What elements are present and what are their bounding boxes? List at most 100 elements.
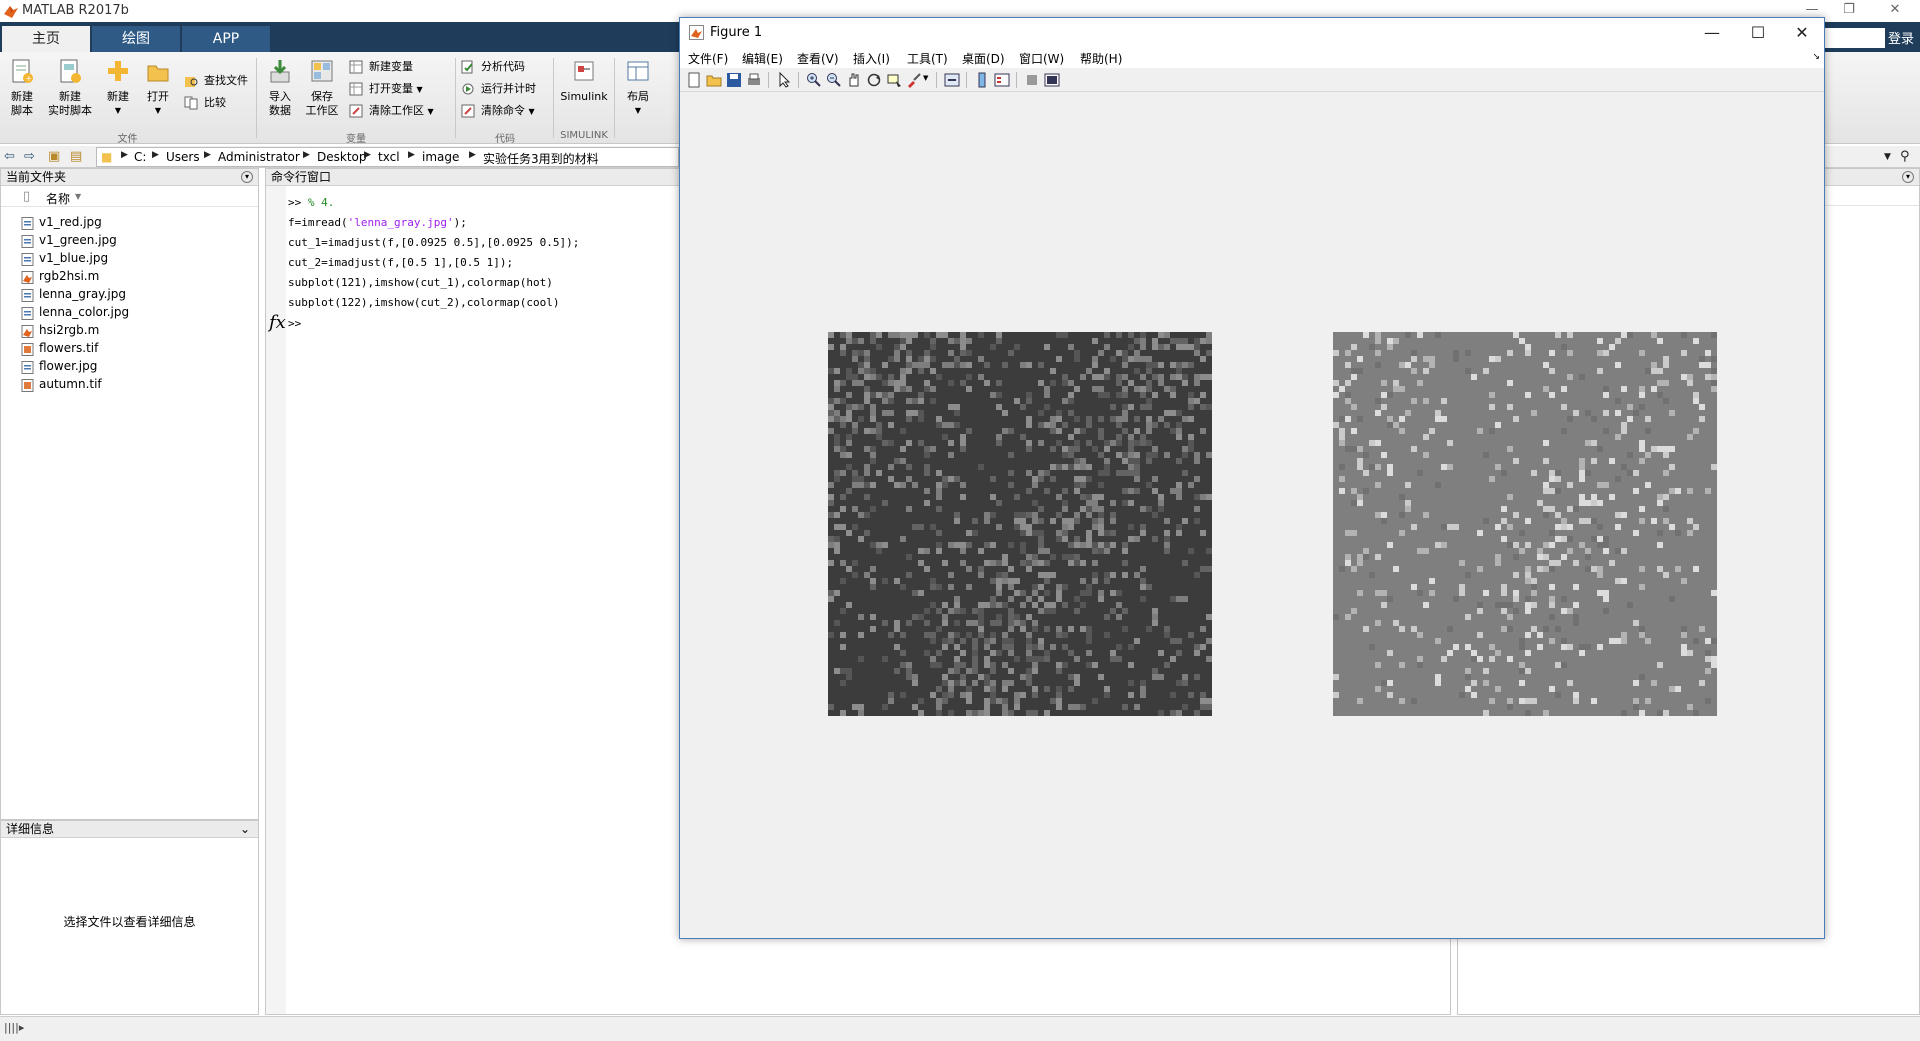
back-icon[interactable]: ⇦ — [4, 149, 15, 164]
browse-folder-icon[interactable]: ▤ — [70, 149, 82, 164]
new-dropdown-icon[interactable]: ▼ — [98, 104, 138, 118]
crumb-desktop[interactable]: Desktop — [317, 150, 367, 164]
subplot-122-image[interactable] — [1333, 332, 1717, 716]
save-workspace-button[interactable]: 保存 工作区 — [300, 58, 344, 118]
comment-text: % 4. — [307, 196, 335, 209]
figure-minimize-button[interactable]: — — [1692, 22, 1732, 44]
crumb-users[interactable]: Users — [166, 150, 200, 164]
zoom-out-icon[interactable] — [826, 72, 842, 88]
file-list-item[interactable]: lenna_color.jpg — [21, 305, 129, 323]
compare-button[interactable]: 比较 — [184, 94, 226, 112]
login-link[interactable]: 登录 — [1888, 28, 1914, 47]
link-plot-icon[interactable] — [944, 72, 960, 88]
run-and-time-button[interactable]: 运行并计时 — [461, 80, 536, 98]
file-list-item[interactable]: lenna_gray.jpg — [21, 287, 126, 305]
figure-close-button[interactable]: ✕ — [1782, 22, 1822, 44]
name-column-header[interactable]: 名称 — [46, 190, 70, 207]
clear-commands-button[interactable]: 清除命令 ▼ — [461, 102, 535, 120]
clear-workspace-dropdown-icon[interactable]: ▼ — [428, 107, 434, 116]
new-button[interactable]: 新建 ▼ — [98, 58, 138, 118]
insert-legend-icon[interactable] — [994, 72, 1010, 88]
rotate-3d-icon[interactable] — [866, 72, 882, 88]
save-figure-icon[interactable] — [726, 72, 742, 88]
simulink-button[interactable]: Simulink — [558, 58, 610, 104]
open-button[interactable]: 打开 ▼ — [138, 58, 178, 118]
brush-dropdown-icon[interactable]: ▼ — [923, 74, 928, 82]
documentation-search-input[interactable] — [1823, 28, 1885, 48]
print-figure-icon[interactable] — [746, 72, 762, 88]
current-folder-path[interactable]: ■ ▶ C: ▶ Users ▶ Administrator ▶ Desktop… — [96, 147, 679, 167]
open-dropdown-icon[interactable]: ▼ — [138, 104, 178, 118]
collapse-chevron-icon[interactable]: ⌄ — [240, 821, 250, 838]
new-script-button[interactable]: + 新建 脚本 — [2, 58, 42, 118]
toolbar-separator — [1016, 72, 1017, 88]
file-list-item[interactable]: v1_green.jpg — [21, 233, 117, 251]
crumb-task3-materials[interactable]: 实验任务3用到的材料 — [483, 150, 599, 167]
file-list-item[interactable]: hsi2rgb.m — [21, 323, 99, 341]
file-list-item[interactable]: flower.jpg — [21, 359, 97, 377]
zoom-in-icon[interactable] — [806, 72, 822, 88]
tab-home[interactable]: 主页 — [2, 26, 90, 52]
find-files-button[interactable]: 查找文件 — [184, 72, 248, 90]
run-and-time-icon — [462, 83, 474, 95]
panel-options-icon[interactable]: ▾ — [1902, 171, 1914, 183]
menu-file[interactable]: 文件(F) — [688, 50, 728, 67]
crumb-administrator[interactable]: Administrator — [218, 150, 300, 164]
pan-hand-icon[interactable] — [846, 72, 862, 88]
clear-commands-dropdown-icon[interactable]: ▼ — [529, 107, 535, 116]
layout-button[interactable]: 布局 ▼ — [618, 58, 658, 118]
file-list-item[interactable]: autumn.tif — [21, 377, 102, 395]
figure-maximize-button[interactable]: ☐ — [1738, 22, 1778, 44]
menu-help[interactable]: 帮助(H) — [1080, 50, 1122, 67]
tab-apps[interactable]: APP — [182, 26, 270, 52]
open-variable-dropdown-icon[interactable]: ▼ — [417, 85, 423, 94]
up-folder-icon[interactable]: ▣ — [48, 149, 60, 164]
path-dropdown-icon[interactable]: ▼ — [1884, 152, 1891, 162]
new-variable-button[interactable]: 新建变量 — [349, 58, 413, 76]
menu-insert[interactable]: 插入(I) — [853, 50, 890, 67]
sort-icon[interactable]: ▼ — [75, 192, 81, 201]
open-file-icon[interactable] — [706, 72, 722, 88]
hide-plot-tools-icon[interactable] — [1024, 72, 1040, 88]
dock-arrow-icon[interactable]: ↘ — [1812, 52, 1820, 62]
edit-plot-arrow-icon[interactable] — [776, 72, 792, 88]
crumb-c-drive[interactable]: C: — [134, 150, 146, 164]
file-list-item[interactable]: v1_red.jpg — [21, 215, 102, 233]
menu-desktop[interactable]: 桌面(D) — [962, 50, 1005, 67]
figure-logo-icon — [689, 25, 704, 40]
minimize-button[interactable]: — — [1797, 2, 1827, 17]
import-data-button[interactable]: 导入 数据 — [260, 58, 300, 118]
subplot-121-image[interactable] — [828, 332, 1212, 716]
crumb-image[interactable]: image — [422, 150, 459, 164]
menu-tools[interactable]: 工具(T) — [907, 50, 948, 67]
function-browser-icon[interactable]: fx — [269, 312, 286, 333]
image-file-icon — [21, 253, 34, 266]
panel-options-icon[interactable]: ▾ — [241, 171, 253, 183]
menu-window[interactable]: 窗口(W) — [1019, 50, 1064, 67]
analyze-code-button[interactable]: 分析代码 — [461, 58, 525, 76]
command-input[interactable]: >> — [288, 317, 301, 330]
new-figure-icon[interactable] — [686, 72, 702, 88]
file-list-item[interactable]: flowers.tif — [21, 341, 98, 359]
tab-plots[interactable]: 绘图 — [92, 26, 180, 52]
image-file-icon — [21, 289, 34, 302]
file-name: v1_green.jpg — [39, 233, 117, 247]
restore-button[interactable]: ❐ — [1834, 2, 1864, 17]
forward-icon[interactable]: ⇨ — [24, 149, 35, 164]
show-plot-tools-icon[interactable] — [1044, 72, 1060, 88]
insert-colorbar-icon[interactable] — [974, 72, 990, 88]
file-list-item[interactable]: v1_blue.jpg — [21, 251, 108, 269]
folder-search-icon[interactable]: ⚲ — [1900, 149, 1910, 164]
new-live-script-button[interactable]: 新建 实时脚本 — [46, 58, 94, 118]
data-cursor-icon[interactable] — [886, 72, 902, 88]
clear-workspace-button[interactable]: 清除工作区 ▼ — [349, 102, 434, 120]
brush-icon[interactable] — [906, 72, 922, 88]
file-list-item[interactable]: rgb2hsi.m — [21, 269, 99, 287]
crumb-separator-icon: ▶ — [408, 150, 415, 160]
crumb-txcl[interactable]: txcl — [378, 150, 400, 164]
close-button[interactable]: ✕ — [1880, 2, 1910, 17]
open-variable-button[interactable]: 打开变量 ▼ — [349, 80, 423, 98]
menu-edit[interactable]: 编辑(E) — [742, 50, 783, 67]
menu-view[interactable]: 查看(V) — [797, 50, 839, 67]
layout-dropdown-icon[interactable]: ▼ — [618, 104, 658, 118]
